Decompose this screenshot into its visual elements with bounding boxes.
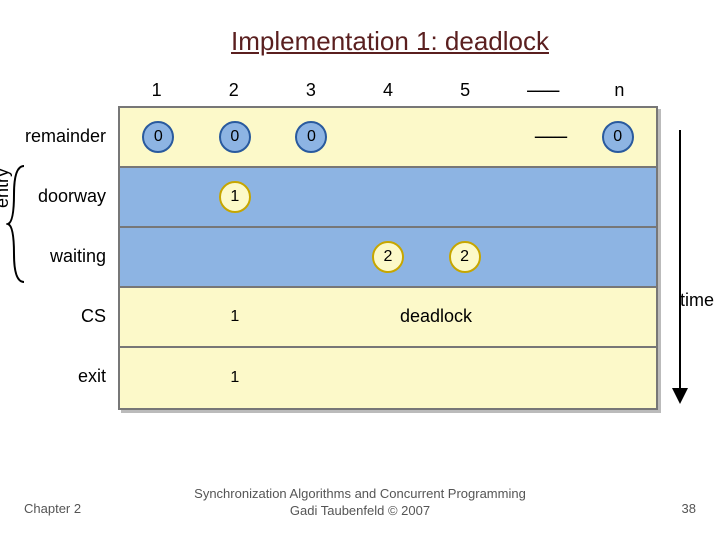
column-headers: 1 2 3 4 5 -------- n <box>118 78 658 106</box>
col-header-n: n <box>581 78 658 102</box>
row-cs: 1 deadlock <box>120 288 656 348</box>
token-col2: 0 <box>219 121 251 153</box>
token-coln: 0 <box>602 121 634 153</box>
footer-line2: Gadi Taubenfeld © 2007 <box>290 503 430 518</box>
footer-credit: Synchronization Algorithms and Concurren… <box>0 486 720 520</box>
col-header-5: 5 <box>427 78 504 102</box>
token-col1: 0 <box>142 121 174 153</box>
token-col2: 1 <box>219 181 251 213</box>
col-header-2: 2 <box>195 78 272 102</box>
col-header-3: 3 <box>272 78 349 102</box>
row-exit: 1 <box>120 348 656 408</box>
row-doorway: 1 <box>120 168 656 228</box>
page-title: Implementation 1: deadlock <box>0 0 720 71</box>
row-label-exit: exit <box>0 346 112 406</box>
deadlock-label: deadlock <box>400 306 472 327</box>
time-arrow-icon <box>666 130 694 410</box>
diagram-grid: 1 2 3 4 5 -------- n 0 0 0 0 -------- 1 <box>118 78 658 410</box>
footer-line1: Synchronization Algorithms and Concurren… <box>194 486 526 501</box>
col-header-dashes: -------- <box>504 78 581 102</box>
row-remainder-dashes: -------- <box>534 126 566 147</box>
col-header-1: 1 <box>118 78 195 102</box>
token-col4: 2 <box>372 241 404 273</box>
token-col2: 1 <box>219 301 251 333</box>
state-table: 0 0 0 0 -------- 1 2 2 <box>118 106 658 410</box>
time-label: time <box>680 290 714 311</box>
row-waiting: 2 2 <box>120 228 656 288</box>
row-label-cs: CS <box>0 286 112 346</box>
token-col5: 2 <box>449 241 481 273</box>
col-header-4: 4 <box>349 78 426 102</box>
footer-page-number: 38 <box>682 501 696 516</box>
token-col2: 1 <box>219 362 251 394</box>
token-col3: 0 <box>295 121 327 153</box>
row-remainder: 0 0 0 0 -------- <box>120 108 656 168</box>
entry-label: entry <box>0 168 13 208</box>
row-label-remainder: remainder <box>0 106 112 166</box>
